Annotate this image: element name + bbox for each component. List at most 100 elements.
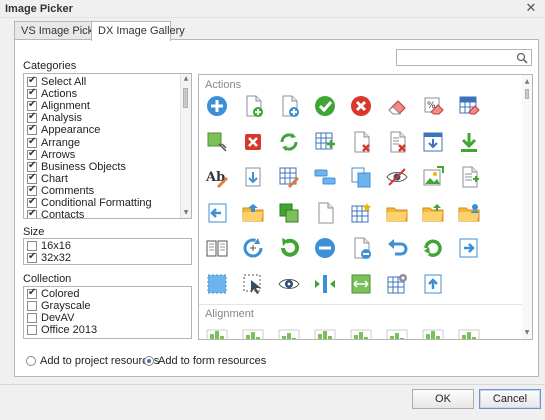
- align-vertical-icon[interactable]: [456, 327, 482, 339]
- search-input[interactable]: [399, 51, 511, 64]
- align-middle-icon[interactable]: [348, 327, 374, 339]
- folder-icon[interactable]: [384, 200, 410, 226]
- categories-item[interactable]: Business Objects: [27, 160, 126, 173]
- checkbox[interactable]: [27, 208, 37, 218]
- align-right-icon[interactable]: [384, 327, 410, 339]
- remove-icon[interactable]: [312, 235, 338, 261]
- align-center-icon[interactable]: [276, 327, 302, 339]
- collection-item[interactable]: Office 2013: [27, 324, 97, 336]
- add-icon[interactable]: [204, 93, 230, 119]
- checkbox[interactable]: [27, 99, 37, 112]
- edit-text-icon[interactable]: Ab: [204, 164, 230, 190]
- refresh-icon[interactable]: [276, 129, 302, 155]
- checkbox[interactable]: [27, 287, 37, 299]
- categories-item[interactable]: Conditional Formatting: [27, 196, 152, 209]
- copy-green-icon[interactable]: [276, 200, 302, 226]
- redo-icon[interactable]: [276, 235, 302, 261]
- ok-button[interactable]: OK: [412, 389, 474, 409]
- checkbox[interactable]: [27, 301, 37, 311]
- align-left-icon[interactable]: [312, 327, 338, 339]
- new-document-add-icon[interactable]: [240, 93, 266, 119]
- edit-table-icon[interactable]: [276, 164, 302, 190]
- image-gallery[interactable]: ▲ ▼ Actions% Ab Alignment: [198, 74, 533, 340]
- search-icon[interactable]: [516, 52, 528, 64]
- gallery-scrollbar[interactable]: ▲ ▼: [522, 75, 532, 339]
- previous-icon[interactable]: [204, 200, 230, 226]
- clear-eraser-icon[interactable]: [384, 93, 410, 119]
- size-item[interactable]: 32x32: [27, 251, 71, 264]
- next-icon[interactable]: [456, 235, 482, 261]
- scroll-up-icon[interactable]: ▲: [522, 77, 532, 87]
- book-open-icon[interactable]: [204, 235, 230, 261]
- refresh-green-icon[interactable]: [420, 235, 446, 261]
- scroll-down-icon[interactable]: ▼: [522, 328, 532, 338]
- show-eye-icon[interactable]: [276, 271, 302, 297]
- checkbox[interactable]: [27, 313, 37, 323]
- scroll-down-icon[interactable]: ▼: [181, 208, 191, 218]
- collection-list[interactable]: ColoredGrayscaleDevAVOffice 2013: [23, 286, 192, 339]
- scroll-thumb[interactable]: [183, 88, 188, 108]
- cancel-button[interactable]: Cancel: [479, 389, 541, 409]
- radio-form[interactable]: [144, 356, 154, 366]
- close-icon[interactable]: ✕: [524, 0, 538, 16]
- collection-item[interactable]: Grayscale: [27, 300, 91, 312]
- tab-dx-image-gallery[interactable]: DX Image Gallery: [91, 21, 185, 41]
- reset-icon[interactable]: [240, 235, 266, 261]
- table-settings-icon[interactable]: [384, 271, 410, 297]
- radio-project[interactable]: [26, 356, 36, 366]
- insert-picture-icon[interactable]: [420, 164, 446, 190]
- download-icon[interactable]: [456, 129, 482, 155]
- checkbox[interactable]: [27, 251, 37, 263]
- insert-table-icon[interactable]: [312, 129, 338, 155]
- clear-formatting-icon[interactable]: %: [420, 93, 446, 119]
- checkbox[interactable]: [27, 123, 37, 136]
- checkbox[interactable]: [27, 241, 37, 251]
- checkbox[interactable]: [27, 160, 37, 172]
- select-cursor-icon[interactable]: [240, 271, 266, 297]
- apply-check-icon[interactable]: [312, 93, 338, 119]
- align-bottom-icon[interactable]: [240, 327, 266, 339]
- select-icon[interactable]: [204, 271, 230, 297]
- delete-document-icon[interactable]: [348, 129, 374, 155]
- new-table-icon[interactable]: [348, 200, 374, 226]
- cancel-icon[interactable]: [348, 93, 374, 119]
- add-to-project-option[interactable]: Add to project resources: [26, 354, 159, 368]
- checkbox[interactable]: [27, 184, 37, 196]
- select-crop-icon[interactable]: [204, 129, 230, 155]
- scroll-thumb[interactable]: [525, 89, 529, 99]
- split-icon[interactable]: [312, 271, 338, 297]
- checkbox[interactable]: [27, 87, 37, 100]
- categories-scrollbar[interactable]: ▲ ▼: [180, 74, 191, 218]
- align-top-icon[interactable]: [204, 327, 230, 339]
- delete-icon[interactable]: [240, 129, 266, 155]
- save-document-icon[interactable]: [348, 235, 374, 261]
- hide-icon[interactable]: [384, 164, 410, 190]
- add-file-icon[interactable]: [276, 93, 302, 119]
- categories-list[interactable]: Select AllActionsAlignmentAnalysisAppear…: [23, 73, 192, 219]
- stretch-icon[interactable]: [348, 271, 374, 297]
- collection-item[interactable]: Colored: [27, 287, 80, 300]
- size-list[interactable]: 16x1632x32: [23, 238, 192, 265]
- document-properties-icon[interactable]: [456, 164, 482, 190]
- undo-icon[interactable]: [384, 235, 410, 261]
- categories-item[interactable]: Alignment: [27, 99, 90, 112]
- upload-icon[interactable]: [420, 271, 446, 297]
- checkbox[interactable]: [27, 111, 37, 124]
- categories-item[interactable]: Contacts: [27, 208, 84, 218]
- checkbox[interactable]: [27, 136, 37, 148]
- collection-item[interactable]: DevAV: [27, 312, 74, 324]
- checkbox[interactable]: [27, 75, 37, 87]
- align-horizontal-icon[interactable]: [420, 327, 446, 339]
- group-icon[interactable]: [312, 164, 338, 190]
- checkbox[interactable]: [27, 196, 37, 208]
- copy-icon[interactable]: [348, 164, 374, 190]
- categories-item[interactable]: Appearance: [27, 123, 100, 136]
- tab-vs-image-picker[interactable]: VS Image Picker: [14, 21, 103, 40]
- delete-list-icon[interactable]: [384, 129, 410, 155]
- checkbox[interactable]: [27, 172, 37, 184]
- open-folder-up-icon[interactable]: [420, 200, 446, 226]
- checkbox[interactable]: [27, 325, 37, 335]
- open-folder-icon[interactable]: [240, 200, 266, 226]
- scroll-up-icon[interactable]: ▲: [181, 74, 191, 84]
- folder-user-icon[interactable]: [456, 200, 482, 226]
